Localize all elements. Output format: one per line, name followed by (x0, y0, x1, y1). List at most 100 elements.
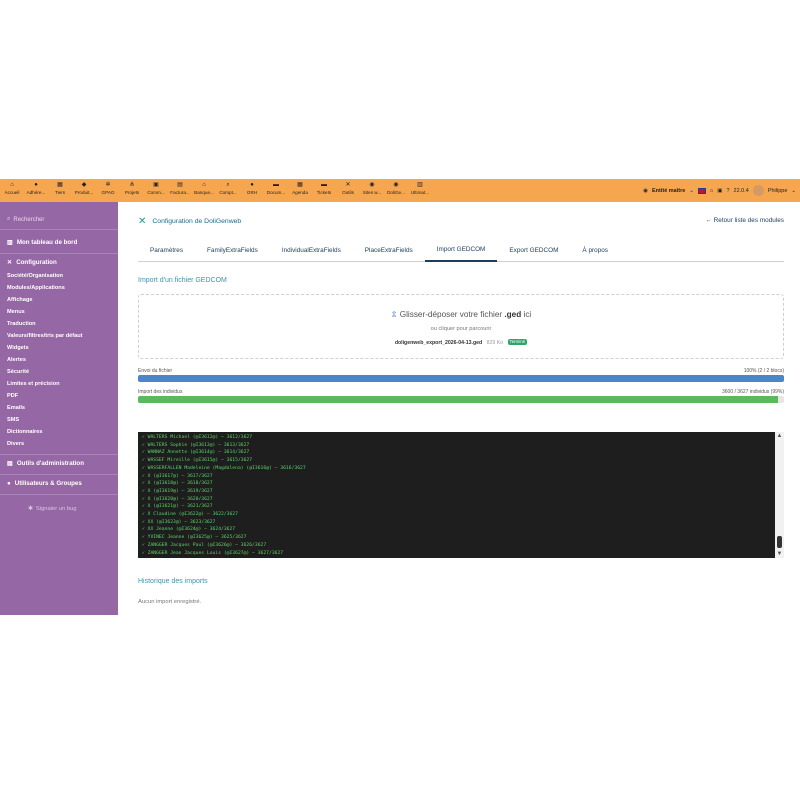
top-menu-item[interactable]: ▬ Tickets (312, 179, 336, 202)
sidebar-config-item[interactable]: Menus (7, 309, 25, 315)
doligenweb-icon: ◉ (393, 182, 399, 188)
top-menu-item[interactable]: ⋔ Projets (120, 179, 144, 202)
scrollbar-thumb[interactable] (777, 536, 782, 548)
arrow-left-icon: ← (705, 217, 712, 224)
tab-placeextrafields[interactable]: PlaceExtraFields (353, 239, 425, 262)
sidebar-dashboard[interactable]: ▥ Mon tableau de bord (7, 239, 77, 246)
sidebar-config-item[interactable]: Modules/Applications (7, 285, 65, 291)
import-log-console[interactable]: ✓ WALTERS Michael (@I3612@) — 3612/3627 ✓… (138, 432, 784, 558)
sidebar-config-item[interactable]: Limites et précision (7, 381, 60, 387)
scroll-up-icon[interactable]: ▲ (776, 433, 783, 439)
bug-icon: ✱ (28, 506, 33, 512)
help-icon[interactable]: ? (726, 188, 729, 194)
sidebar-config-item[interactable]: Affichage (7, 297, 33, 303)
avatar[interactable] (752, 185, 764, 196)
top-menu-item[interactable]: ▦ Tiers (48, 179, 72, 202)
top-menu-label: Produit... (74, 190, 94, 195)
sidebar-divider (0, 454, 118, 455)
sidebar-config-item[interactable]: Valeurs/filtres/tris par défaut (7, 333, 83, 339)
file-dropzone[interactable]: ⇫ Glisser-déposer votre fichier .ged ici… (138, 294, 784, 359)
log-line: ✓ X (@I3618@) — 3618/3627 (142, 481, 213, 487)
top-menu-label: Projets (124, 190, 140, 195)
sidebar-config-item[interactable]: Société/Organisation (7, 273, 63, 279)
back-to-modules-link[interactable]: ← Retour liste des modules (705, 217, 784, 224)
ultimate-icon: ▥ (417, 182, 423, 188)
sidebar-config-item[interactable]: Sécurité (7, 369, 29, 375)
console-scrollbar[interactable]: ▲ ▼ (775, 432, 784, 558)
tab-familyextrafields[interactable]: FamilyExtraFields (195, 239, 270, 262)
top-menu-item[interactable]: ◉ Sites w... (360, 179, 384, 202)
top-menu-label: Comm... (147, 190, 165, 195)
tools-icon: ✕ (7, 259, 13, 266)
sidebar-config-item[interactable]: Emails (7, 405, 25, 411)
sidebar-config-item[interactable]: Traduction (7, 321, 36, 327)
module-tabs: Paramètres FamilyExtraFields IndividualExt… (138, 239, 784, 262)
top-menu-item[interactable]: ◆ Produit... (72, 179, 96, 202)
top-menu-item[interactable]: ✕ Outils (336, 179, 360, 202)
top-menu-label: Accueil (4, 190, 20, 195)
tab--propos[interactable]: À propos (570, 239, 620, 262)
top-right-tools: ◉ Entité maître ⌄ ⌂ ▣ ? 22.0.4 Philippe … (643, 179, 796, 202)
dropzone-browse-text[interactable]: ou cliquer pour parcourir (139, 326, 783, 332)
top-menu-item[interactable]: ▤ Factura... (168, 179, 192, 202)
top-menu-item[interactable]: ▦ Agenda (288, 179, 312, 202)
sidebar-admin-tools[interactable]: ▤ Outils d'administration (7, 460, 84, 467)
top-menu-item[interactable]: ⌂ Banque... (192, 179, 216, 202)
user-name[interactable]: Philippe (768, 188, 788, 194)
individuals-progress-label: Import des individus (138, 389, 183, 395)
individuals-progress-bar (138, 396, 784, 403)
tools-icon: ✕ (345, 182, 351, 188)
project-icon: ⋔ (129, 182, 135, 188)
dropzone-text: Glisser-déposer votre fichier (399, 310, 503, 319)
entity-selector[interactable]: Entité maître (652, 188, 685, 194)
sidebar-config-item[interactable]: Widgets (7, 345, 29, 351)
admin-tools-icon: ▤ (7, 460, 13, 467)
dropzone-ext: .ged (504, 310, 522, 319)
sidebar-admin-tools-label: Outils d'administration (16, 460, 84, 467)
top-menu-label: GPAO (101, 190, 115, 195)
sidebar-config-item[interactable]: Divers (7, 441, 24, 447)
report-bug-link[interactable]: ✱ Signaler un bug (28, 506, 76, 512)
sidebar-dashboard-label: Mon tableau de bord (16, 239, 78, 246)
version-label: 22.0.4 (733, 187, 749, 194)
bookmark-icon[interactable]: ⌂ (710, 188, 713, 194)
bank-icon: ⌂ (202, 182, 206, 188)
sidebar-users-groups[interactable]: ● Utilisateurs & Groupes (7, 480, 82, 487)
websites-icon: ◉ (369, 182, 375, 188)
log-line: ✓ XX (@I3623@) — 3623/3627 (142, 519, 216, 525)
top-menu-label: Banque... (194, 190, 214, 195)
log-line: ✓ WALTERS Michael (@I3612@) — 3612/3627 (142, 435, 253, 440)
log-line: ✓ ZANGGER Jacques Paul (@I3626@) — 3626/… (142, 542, 267, 548)
top-menu-item[interactable]: ▥ Ultimat... (408, 179, 432, 202)
top-menu-label: Tickets (316, 190, 332, 195)
tab-import-gedcom[interactable]: Import GEDCOM (424, 239, 498, 262)
tab-individualextrafields[interactable]: IndividualExtraFields (270, 239, 353, 262)
top-menu-item[interactable]: ● GRH (240, 179, 264, 202)
main-content: ✕ Configuration de DoliGenweb ← Retour l… (118, 202, 800, 615)
top-menu-item[interactable]: ⌕ Compt... (216, 179, 240, 202)
upload-progress-label: Envoi du fichier (138, 368, 173, 374)
top-menu-item[interactable]: ▬ Docum... (264, 179, 288, 202)
search-input[interactable]: ⌕ Rechercher (0, 210, 118, 230)
sidebar-config-item[interactable]: PDF (7, 393, 18, 399)
top-menu-item[interactable]: ▣ Comm... (144, 179, 168, 202)
tab-export-gedcom[interactable]: Export GEDCOM (497, 239, 570, 262)
top-menu-item[interactable]: ⌂ Accueil (0, 179, 24, 202)
sidebar-configuration[interactable]: ✕ Configuration (7, 259, 57, 266)
sidebar-config-item[interactable]: SMS (7, 417, 19, 423)
print-icon[interactable]: ▣ (717, 188, 722, 194)
chevron-down-icon[interactable]: ⌄ (791, 188, 796, 194)
documents-icon: ▬ (273, 182, 279, 188)
language-flag-icon[interactable] (697, 187, 706, 194)
sidebar-config-item[interactable]: Alertes (7, 357, 26, 363)
top-menu-item[interactable]: ● Adhére... (24, 179, 48, 202)
chart-icon: ▥ (7, 239, 13, 246)
chevron-down-icon[interactable]: ⌄ (689, 188, 694, 194)
sidebar-config-item[interactable]: Dictionnaires (7, 429, 42, 435)
scroll-down-icon[interactable]: ▼ (776, 551, 783, 557)
home-icon: ⌂ (10, 182, 14, 188)
top-menu-item[interactable]: ◉ DoliGe... (384, 179, 408, 202)
top-menu-item[interactable]: ✲ GPAO (96, 179, 120, 202)
invoice-icon: ▤ (177, 182, 183, 188)
tab-param-tres[interactable]: Paramètres (138, 239, 195, 262)
